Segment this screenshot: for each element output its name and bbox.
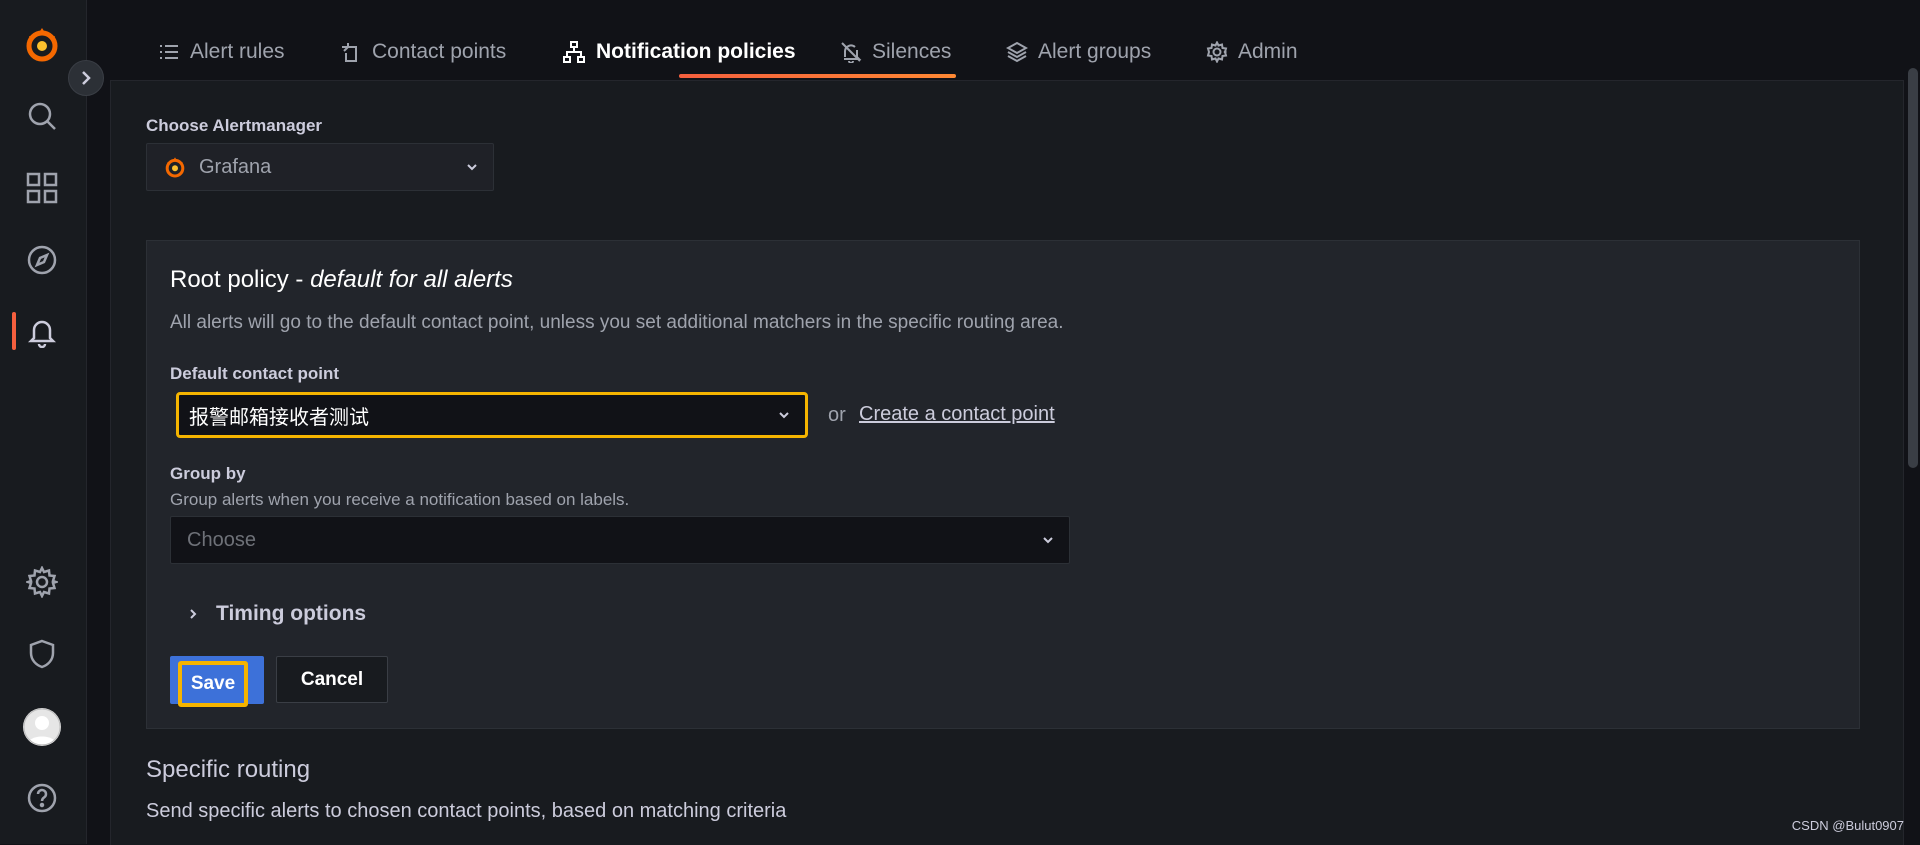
tab-contact-points[interactable]: Contact points: [340, 30, 506, 74]
search-icon[interactable]: [18, 92, 66, 140]
tab-label: Notification policies: [596, 40, 796, 63]
tab-label: Contact points: [372, 40, 507, 63]
contact-point-value: 报警邮箱接收者测试: [189, 404, 369, 429]
chevron-down-icon: [777, 408, 791, 422]
explore-compass-icon[interactable]: [18, 236, 66, 284]
sitemap-icon: [562, 40, 586, 64]
tab-admin[interactable]: Admin: [1206, 30, 1298, 74]
grafana-logo-icon[interactable]: [18, 20, 66, 68]
tab-label: Alert rules: [190, 40, 285, 63]
root-policy-title-main: Root policy -: [170, 266, 311, 293]
tab-notification-policies[interactable]: Notification policies: [562, 30, 796, 74]
save-label: Save: [190, 673, 236, 694]
sidebar-expand-button[interactable]: [68, 60, 104, 96]
alertmanager-select[interactable]: Grafana: [146, 143, 494, 191]
cancel-button[interactable]: Cancel: [276, 656, 388, 703]
root-policy-title: Root policy - default for all alerts: [170, 266, 513, 294]
create-contact-point-link[interactable]: Create a contact point: [859, 403, 1055, 426]
or-text: or: [828, 404, 846, 426]
specific-routing-title: Specific routing: [146, 756, 311, 783]
list-icon: [158, 41, 180, 63]
tab-alert-rules[interactable]: Alert rules: [158, 30, 285, 74]
active-indicator: [12, 312, 16, 350]
configuration-gear-icon[interactable]: [18, 558, 66, 606]
root-policy-title-italic: default for all alerts: [310, 266, 513, 293]
chevron-right-icon: [186, 607, 200, 621]
alerting-bell-icon[interactable]: [18, 308, 66, 356]
tab-alert-groups[interactable]: Alert groups: [1006, 30, 1151, 74]
timing-options-toggle[interactable]: Timing options: [186, 602, 366, 626]
bell-slash-icon: [840, 41, 862, 63]
root-policy-description: All alerts will go to the default contac…: [170, 312, 1064, 333]
tab-label: Silences: [872, 40, 952, 63]
group-by-description: Group alerts when you receive a notifica…: [170, 490, 630, 509]
default-contact-point-label: Default contact point: [170, 364, 340, 383]
group-by-select[interactable]: Choose: [170, 516, 1070, 564]
scrollbar[interactable]: [1908, 68, 1918, 468]
chevron-down-icon: [1041, 533, 1055, 547]
save-button[interactable]: Save: [170, 656, 264, 707]
alerting-tabs: Alert rules Contact points Notification …: [140, 0, 1920, 80]
alertmanager-value: Grafana: [199, 155, 272, 178]
alertmanager-label: Choose Alertmanager: [146, 116, 323, 135]
dashboards-icon[interactable]: [18, 164, 66, 212]
shield-icon[interactable]: [18, 630, 66, 678]
layers-icon: [1006, 41, 1028, 63]
group-by-label: Group by: [170, 464, 246, 483]
tab-silences[interactable]: Silences: [840, 30, 951, 74]
timing-options-label: Timing options: [216, 602, 367, 625]
group-by-placeholder: Choose: [187, 528, 256, 551]
specific-routing-description: Send specific alerts to chosen contact p…: [146, 800, 787, 822]
user-avatar[interactable]: [23, 708, 61, 746]
chevron-down-icon: [465, 160, 479, 174]
cog-icon: [1206, 41, 1228, 63]
active-tab-underline: [679, 74, 956, 78]
grafana-logo-icon: [163, 155, 187, 179]
watermark: CSDN @Bulut0907: [1791, 818, 1904, 833]
default-contact-point-select[interactable]: 报警邮箱接收者测试: [176, 392, 808, 438]
save-button-highlight: Save: [178, 661, 248, 707]
tab-label: Alert groups: [1038, 40, 1152, 63]
tab-label: Admin: [1238, 40, 1298, 63]
contact-icon: [340, 41, 362, 63]
help-icon[interactable]: [18, 774, 66, 822]
cancel-label: Cancel: [300, 668, 364, 690]
sidebar: [0, 0, 87, 844]
